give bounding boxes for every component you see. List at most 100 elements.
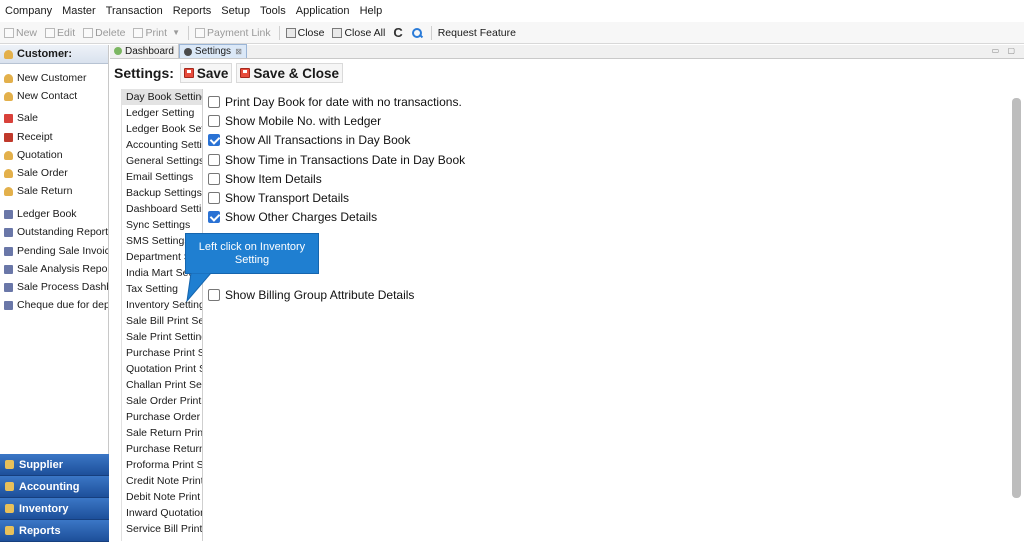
delete-button[interactable]: Delete	[83, 27, 125, 39]
tab-bar: Dashboard Settings ⊠ ▭ ▢	[110, 44, 1024, 59]
settings-item[interactable]: Dashboard Settings	[122, 201, 202, 217]
sidebar-item-ledger-book[interactable]: Ledger Book	[4, 208, 108, 220]
new-button[interactable]: New	[4, 27, 37, 39]
checkbox[interactable]	[208, 192, 220, 204]
supplier-icon	[5, 460, 14, 469]
close-button[interactable]: Close	[285, 27, 324, 39]
menu-tools[interactable]: Tools	[260, 5, 286, 17]
customer-sidebar: Customer: New Customer New Contact Sale …	[0, 45, 109, 542]
option-show-mobile[interactable]: Show Mobile No. with Ledger	[208, 114, 381, 128]
settings-item[interactable]: Purchase Print Setting	[122, 345, 202, 361]
settings-item[interactable]: Backup Settings	[122, 185, 202, 201]
customer-icon	[4, 49, 13, 59]
sidebar-item-cheque-due[interactable]: Cheque due for deposit	[4, 299, 108, 311]
checkbox-checked[interactable]	[208, 134, 220, 146]
receipt-icon	[4, 132, 13, 142]
sidebar-item-sale-analysis-report[interactable]: Sale Analysis Report	[4, 263, 108, 275]
module-accounting[interactable]: Accounting	[0, 476, 109, 498]
save-close-button[interactable]: Save & Close	[236, 63, 343, 83]
refresh-icon[interactable]: C	[393, 25, 402, 40]
settings-item[interactable]: Challan Print Setting	[122, 377, 202, 393]
sidebar-item-sale-order[interactable]: Sale Order	[4, 167, 108, 179]
option-show-time[interactable]: Show Time in Transactions Date in Day Bo…	[208, 153, 465, 167]
sidebar-item-sale[interactable]: Sale	[4, 112, 108, 124]
menu-master[interactable]: Master	[62, 5, 96, 17]
menu-application[interactable]: Application	[296, 5, 350, 17]
settings-item[interactable]: Credit Note Print Setting	[122, 473, 202, 489]
settings-item[interactable]: Accounting Setting	[122, 137, 202, 153]
close-all-button[interactable]: Close All	[332, 27, 385, 39]
payment-link-icon	[194, 27, 205, 38]
dashboard-icon	[114, 47, 122, 55]
toolbar-divider	[187, 25, 189, 40]
settings-item[interactable]: Sale Order Print Setting	[122, 393, 202, 409]
settings-item[interactable]: Email Settings	[122, 169, 202, 185]
reports-icon	[5, 526, 14, 535]
sidebar-item-sale-process-dashboard[interactable]: Sale Process Dashboard	[4, 281, 108, 293]
sidebar-item-quotation[interactable]: Quotation	[4, 149, 108, 161]
sidebar-item-sale-return[interactable]: Sale Return	[4, 185, 108, 197]
settings-item[interactable]: Sale Bill Print Setting	[122, 313, 202, 329]
settings-item[interactable]: Proforma Print Setting	[122, 457, 202, 473]
settings-item[interactable]: Purchase Return Print Setting	[122, 441, 202, 457]
settings-item[interactable]: Ledger Setting	[122, 105, 202, 121]
save-icon	[183, 68, 194, 78]
settings-item[interactable]: General Settings	[122, 153, 202, 169]
settings-item[interactable]: Day Book Setting	[122, 89, 202, 105]
edit-button[interactable]: Edit	[45, 27, 75, 39]
print-button[interactable]: Print ▼	[133, 27, 180, 39]
window-controls-icon[interactable]: ▭ ▢	[992, 46, 1018, 55]
option-show-billing-group[interactable]: Show Billing Group Attribute Details	[208, 288, 414, 302]
module-supplier[interactable]: Supplier	[0, 454, 109, 476]
sidebar-item-pending-sale-invoices[interactable]: Pending Sale Invoices	[4, 245, 108, 257]
print-dropdown-icon[interactable]: ▼	[172, 28, 180, 37]
close-tab-icon[interactable]: ⊠	[235, 47, 242, 56]
settings-item[interactable]: Ledger Book Setting	[122, 121, 202, 137]
menu-company[interactable]: Company	[5, 5, 52, 17]
settings-item[interactable]: Sale Return Print Setting	[122, 425, 202, 441]
toolbar-divider	[278, 25, 280, 40]
checkbox[interactable]	[208, 154, 220, 166]
option-show-all-transactions[interactable]: Show All Transactions in Day Book	[208, 133, 410, 147]
menu-setup[interactable]: Setup	[221, 5, 250, 17]
new-icon	[4, 27, 14, 38]
option-show-item-details[interactable]: Show Item Details	[208, 172, 322, 186]
report-icon	[4, 264, 13, 274]
sidebar-item-new-contact[interactable]: New Contact	[4, 90, 108, 102]
settings-item[interactable]: Quotation Print Setting	[122, 361, 202, 377]
close-tab-icon	[285, 27, 296, 38]
tab-settings[interactable]: Settings ⊠	[178, 44, 247, 58]
checkbox[interactable]	[208, 115, 220, 127]
print-icon	[133, 27, 144, 38]
menu-transaction[interactable]: Transaction	[106, 5, 163, 17]
settings-item[interactable]: Purchase Order Print Setting	[122, 409, 202, 425]
save-button[interactable]: Save	[179, 63, 233, 83]
tab-dashboard[interactable]: Dashboard	[110, 44, 179, 58]
menu-help[interactable]: Help	[360, 5, 383, 17]
edit-icon	[45, 27, 56, 38]
search-icon[interactable]	[411, 27, 423, 39]
settings-item[interactable]: Sale Print Setting	[122, 329, 202, 345]
settings-item[interactable]: Inward Quotation	[122, 505, 202, 521]
option-show-transport[interactable]: Show Transport Details	[208, 191, 349, 205]
option-print-day-book[interactable]: Print Day Book for date with no transact…	[208, 95, 462, 109]
checkbox[interactable]	[208, 173, 220, 185]
sidebar-item-outstanding-report[interactable]: Outstanding Report	[4, 226, 108, 238]
sidebar-item-new-customer[interactable]: New Customer	[4, 72, 108, 84]
vertical-scrollbar[interactable]	[1012, 98, 1021, 498]
option-show-other-charges[interactable]: Show Other Charges Details	[208, 210, 377, 224]
save-icon	[240, 68, 251, 78]
settings-item[interactable]: Service Bill Print Setting	[122, 521, 202, 537]
module-reports[interactable]: Reports	[0, 520, 109, 542]
page-title: Settings:	[114, 65, 174, 81]
settings-item[interactable]: Sync Settings	[122, 217, 202, 233]
checkbox-checked[interactable]	[208, 211, 220, 223]
gear-icon	[183, 47, 192, 56]
checkbox[interactable]	[208, 96, 220, 108]
module-inventory[interactable]: Inventory	[0, 498, 109, 520]
menu-reports[interactable]: Reports	[173, 5, 212, 17]
sidebar-item-receipt[interactable]: Receipt	[4, 131, 108, 143]
payment-link-button[interactable]: Payment Link	[194, 27, 271, 39]
settings-item[interactable]: Debit Note Print Setting	[122, 489, 202, 505]
request-feature-button[interactable]: Request Feature	[438, 27, 516, 39]
